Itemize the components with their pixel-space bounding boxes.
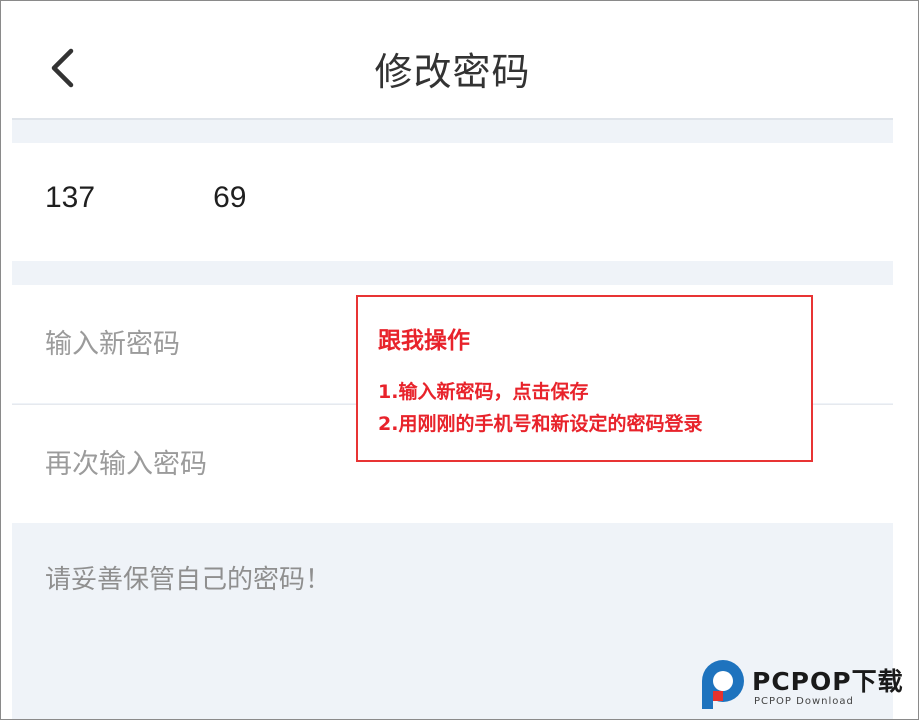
pcpop-watermark: PCPOP下载 PCPOP Download	[699, 657, 918, 717]
callout-title: 跟我操作	[378, 328, 470, 354]
phone-number-end: 69	[213, 181, 247, 214]
tip-text: 请妥善保管自己的密码！	[45, 565, 332, 595]
phone-number-start: 137	[45, 181, 96, 214]
page-title: 修改密码	[374, 50, 531, 94]
callout-step-2: 2.用刚刚的手机号和新设定的密码登录	[378, 413, 703, 435]
pcpop-logo-icon	[702, 660, 744, 709]
phone-row: 137 69	[12, 143, 893, 261]
nav-bar: 修改密码	[12, 1, 893, 120]
phone-number: 137 69	[45, 181, 246, 215]
watermark-sub: PCPOP Download	[754, 696, 854, 707]
instruction-callout: 跟我操作 1.输入新密码，点击保存 2.用刚刚的手机号和新设定的密码登录	[356, 295, 813, 462]
callout-step-1: 1.输入新密码，点击保存	[378, 381, 589, 403]
watermark-brand: PCPOP下载	[752, 667, 904, 696]
screenshot-frame: 修改密码 137 69 请妥善保管自己的密码！ 跟我操作 1.输入新密码，点击保存…	[0, 0, 919, 720]
